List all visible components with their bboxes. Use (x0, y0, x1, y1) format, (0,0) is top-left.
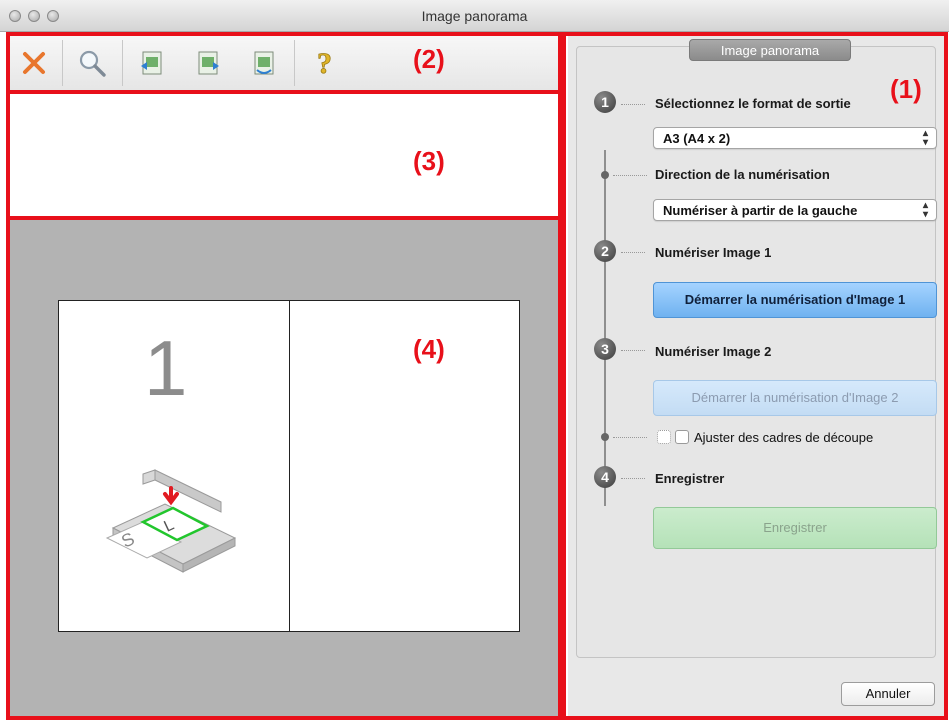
window-title: Image panorama (421, 8, 528, 24)
title-bar: Image panorama (0, 0, 949, 32)
annotation-label-1: (1) (890, 74, 922, 104)
annotation-label-2: (2) (413, 44, 445, 74)
annotation-frame-4 (6, 216, 562, 720)
annotation-label-4: (4) (413, 334, 445, 364)
annotation-label-3: (3) (413, 146, 445, 176)
annotation-frame-3 (6, 90, 562, 220)
annotation-frame-1 (562, 32, 948, 720)
annotation-frame-2 (6, 32, 562, 94)
